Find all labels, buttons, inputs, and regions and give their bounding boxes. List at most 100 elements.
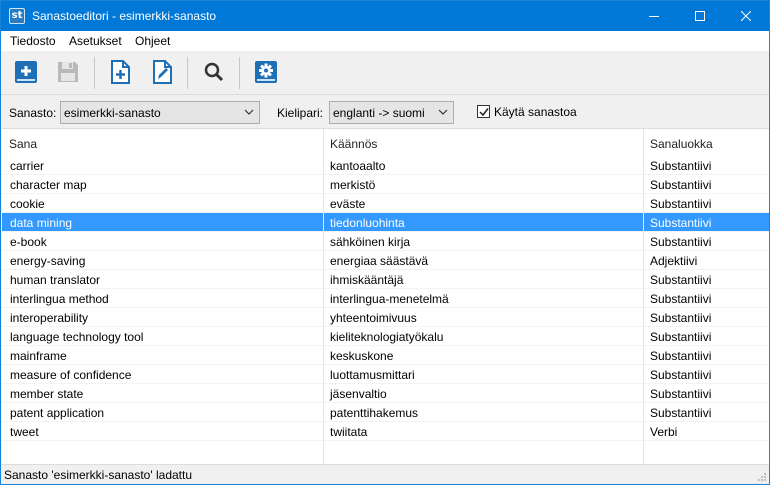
- table-row[interactable]: e-book sähköinen kirja Substantiivi: [2, 232, 769, 251]
- table-row[interactable]: character map merkistö Substantiivi: [2, 175, 769, 194]
- cell-sanaluokka: Substantiivi: [650, 349, 712, 363]
- kielipari-select[interactable]: englanti -> suomi: [329, 101, 454, 124]
- menu-bar: Tiedosto Asetukset Ohjeet: [1, 31, 769, 51]
- new-file-icon: [111, 60, 130, 84]
- cell-sanaluokka: Substantiivi: [650, 178, 712, 192]
- cell-kaannos: ihmiskääntäjä: [330, 273, 404, 287]
- table-row[interactable]: patent application patenttihakemus Substan…: [2, 403, 769, 422]
- table-row[interactable]: mainframe keskuskone Substantiivi: [2, 346, 769, 365]
- cell-sanaluokka: Substantiivi: [650, 273, 712, 287]
- kielipari-label: Kielipari:: [277, 106, 324, 120]
- checkbox-box[interactable]: [477, 105, 490, 118]
- column-header-kaannos[interactable]: Käännös: [323, 129, 377, 156]
- cell-sana: interoperability: [10, 311, 89, 325]
- new-file-button[interactable]: [105, 57, 135, 87]
- status-text: Sanasto 'esimerkki-sanasto' ladattu: [4, 468, 193, 482]
- cell-sana: patent application: [10, 406, 105, 420]
- cell-sana: data mining: [10, 216, 73, 230]
- cell-sana: member state: [10, 387, 84, 401]
- table-row[interactable]: language technology tool kieliteknologiat…: [2, 327, 769, 346]
- cell-kaannos: keskuskone: [330, 349, 394, 363]
- cell-sanaluokka: Substantiivi: [650, 368, 712, 382]
- cell-sana: interlingua method: [10, 292, 109, 306]
- save-button[interactable]: [53, 57, 83, 87]
- window-title: Sanastoeditori - esimerkki-sanasto: [32, 9, 217, 23]
- add-word-icon: [15, 61, 37, 83]
- cell-kaannos: yhteentoimivuus: [330, 311, 417, 325]
- row-divider: [2, 440, 769, 441]
- cell-kaannos: patenttihakemus: [330, 406, 419, 420]
- filter-bar: Sanasto: esimerkki-sanasto Kielipari: en…: [1, 96, 769, 128]
- table-row[interactable]: carrier kantoaalto Substantiivi: [2, 156, 769, 175]
- cell-sanaluokka: Adjektiivi: [650, 254, 698, 268]
- cell-sana: language technology tool: [10, 330, 144, 344]
- cell-sanaluokka: Substantiivi: [650, 406, 712, 420]
- cell-sana: cookie: [10, 197, 45, 211]
- cell-sana: tweet: [10, 425, 39, 439]
- cell-kaannos: kantoaalto: [330, 159, 386, 173]
- column-divider[interactable]: [323, 129, 324, 465]
- menu-asetukset[interactable]: Asetukset: [69, 34, 122, 48]
- minimize-icon: [649, 16, 659, 17]
- maximize-icon: [695, 11, 705, 21]
- cell-sanaluokka: Substantiivi: [650, 235, 712, 249]
- chevron-down-icon: [438, 109, 448, 115]
- cell-kaannos: twiitata: [330, 425, 368, 439]
- cell-kaannos: merkistö: [330, 178, 376, 192]
- table-row[interactable]: interlingua method interlingua-menetelmä S…: [2, 289, 769, 308]
- cell-kaannos: sähköinen kirja: [330, 235, 411, 249]
- cell-kaannos: energiaa säästävä: [330, 254, 429, 268]
- toolbar-separator: [239, 57, 240, 89]
- table-row[interactable]: measure of confidence luottamusmittari Sub…: [2, 365, 769, 384]
- cell-kaannos: interlingua-menetelmä: [330, 292, 449, 306]
- cell-sana: mainframe: [10, 349, 67, 363]
- column-header-sana[interactable]: Sana: [2, 129, 37, 156]
- chevron-down-icon: [244, 109, 254, 115]
- status-bar: Sanasto 'esimerkki-sanasto' ladattu: [1, 464, 769, 484]
- cell-kaannos: jäsenvaltio: [330, 387, 387, 401]
- settings-icon: [255, 61, 277, 83]
- menu-tiedosto[interactable]: Tiedosto: [10, 34, 56, 48]
- maximize-button[interactable]: [677, 1, 723, 31]
- settings-button[interactable]: [251, 57, 281, 87]
- table-row[interactable]: data mining tiedonluohinta Substantiivi: [2, 213, 769, 232]
- sanasto-select[interactable]: esimerkki-sanasto: [60, 101, 260, 124]
- table-row[interactable]: energy-saving energiaa säästävä Adjektiivi: [2, 251, 769, 270]
- cell-sanaluokka: Substantiivi: [650, 387, 712, 401]
- search-icon: [204, 62, 224, 82]
- cell-sana: measure of confidence: [10, 368, 132, 382]
- kielipari-value: englanti -> suomi: [333, 106, 425, 120]
- sanasto-value: esimerkki-sanasto: [64, 106, 161, 120]
- table-row[interactable]: cookie eväste Substantiivi: [2, 194, 769, 213]
- cell-sanaluokka: Substantiivi: [650, 216, 712, 230]
- menu-ohjeet[interactable]: Ohjeet: [135, 34, 170, 48]
- table-row[interactable]: human translator ihmiskääntäjä Substantiiv…: [2, 270, 769, 289]
- cell-sana: energy-saving: [10, 254, 86, 268]
- minimize-button[interactable]: [631, 1, 677, 31]
- cell-sanaluokka: Substantiivi: [650, 197, 712, 211]
- sanasto-label: Sanasto:: [9, 106, 57, 120]
- cell-kaannos: kieliteknologiatyökalu: [330, 330, 444, 344]
- table-header: Sana Käännös Sanaluokka: [2, 129, 769, 156]
- cell-kaannos: luottamusmittari: [330, 368, 415, 382]
- title-bar[interactable]: st Sanastoeditori - esimerkki-sanasto: [1, 1, 769, 31]
- column-divider[interactable]: [643, 129, 644, 465]
- cell-kaannos: tiedonluohinta: [330, 216, 405, 230]
- search-button[interactable]: [199, 57, 229, 87]
- column-header-sanaluokka[interactable]: Sanaluokka: [643, 129, 713, 156]
- edit-file-button[interactable]: [147, 57, 177, 87]
- checkmark-icon: [479, 108, 489, 117]
- table-row[interactable]: member state jäsenvaltio Substantiivi: [2, 384, 769, 403]
- toolbar-separator: [94, 57, 95, 89]
- close-button[interactable]: [723, 1, 769, 31]
- use-vocabulary-label: Käytä sanastoa: [494, 105, 577, 119]
- app-window: st Sanastoeditori - esimerkki-sanasto Ti…: [0, 0, 770, 485]
- cell-sana: carrier: [10, 159, 45, 173]
- table-row[interactable]: tweet twiitata Verbi: [2, 422, 769, 441]
- cell-sana: e-book: [10, 235, 47, 249]
- table-row[interactable]: interoperability yhteentoimivuus Substanti…: [2, 308, 769, 327]
- vocabulary-table[interactable]: Sana Käännös Sanaluokka carrier kantoaalt…: [2, 128, 769, 465]
- add-word-button[interactable]: [11, 57, 41, 87]
- resize-grip-icon[interactable]: [757, 472, 767, 482]
- cell-sanaluokka: Substantiivi: [650, 292, 712, 306]
